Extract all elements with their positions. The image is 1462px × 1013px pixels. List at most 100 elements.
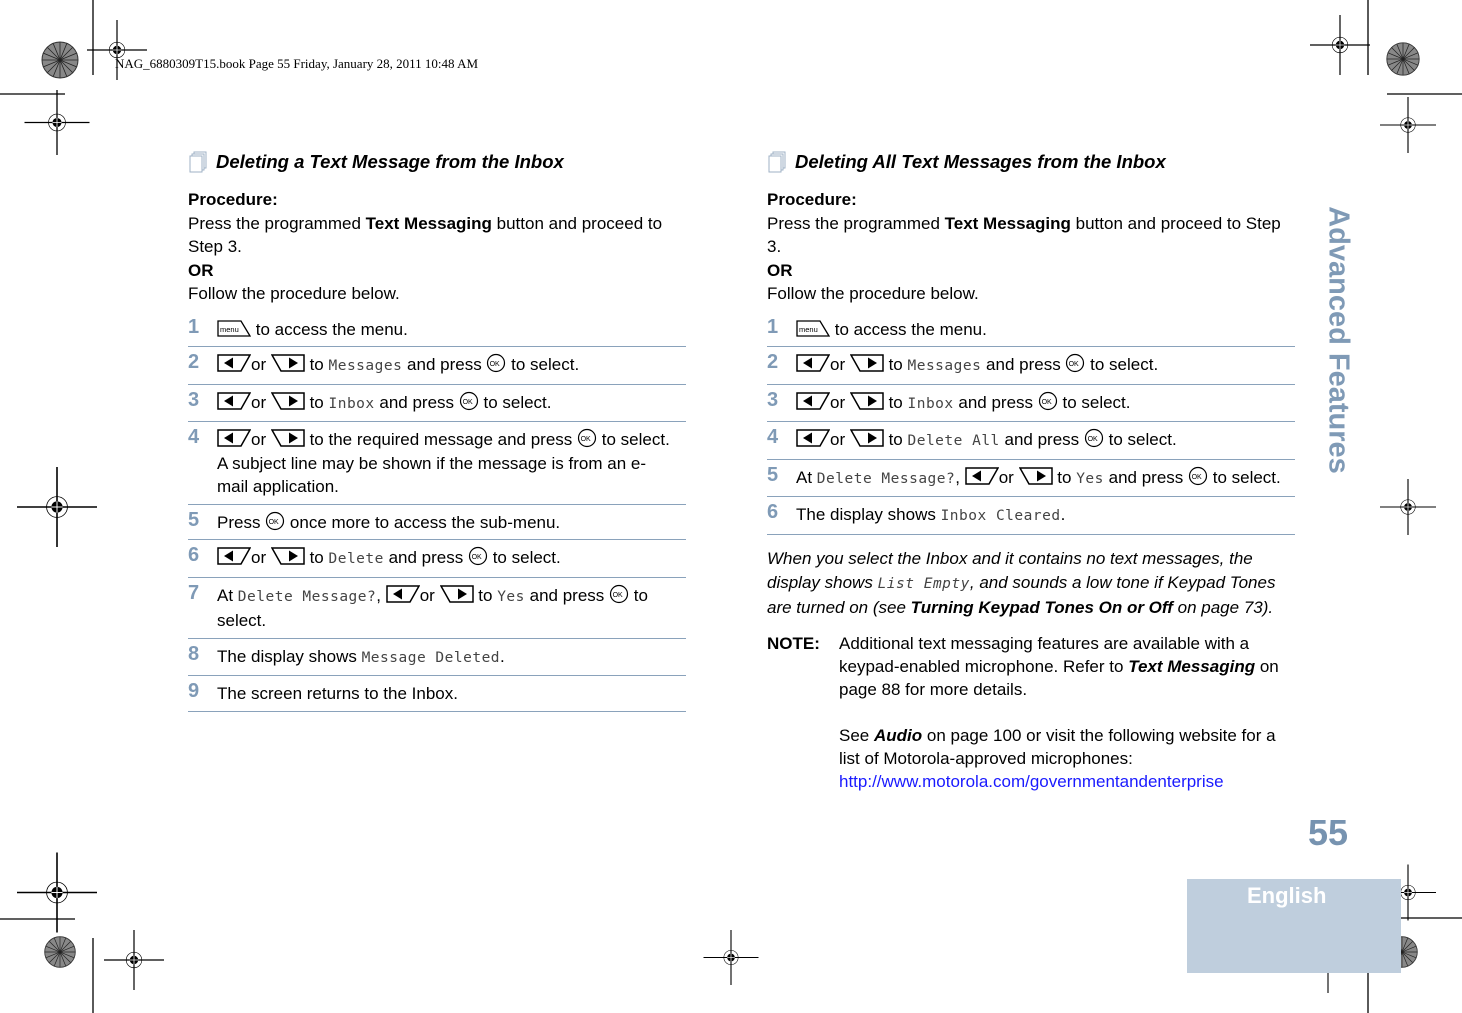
color-bar-mark (1386, 42, 1420, 76)
crosshair-mark (17, 466, 97, 548)
step-text: and press (953, 392, 1038, 412)
right-arrow-key-icon (850, 391, 884, 411)
menu-key-icon (217, 318, 251, 338)
step-item: 5 At Delete Message?, or to Yes and pres… (767, 460, 1295, 497)
step-text: At (217, 585, 238, 605)
document-stack-icon (767, 151, 789, 173)
procedure-label: Procedure: (767, 190, 857, 209)
intro-pre: Press the programmed (188, 213, 366, 233)
right-arrow-key-icon (1019, 466, 1053, 486)
or-label: OR (767, 260, 793, 280)
cross-reference: Text Messaging (1128, 656, 1256, 676)
step-text: to select. (597, 430, 670, 449)
follow-text: Follow the procedure below. (188, 284, 400, 303)
right-section: Deleting All Text Messages from the Inbo… (767, 148, 1295, 793)
step-text: and press (981, 355, 1066, 374)
note-text: on page 73). (1172, 597, 1274, 617)
display-text: Messages (907, 358, 982, 374)
step-number: 5 (767, 463, 779, 486)
step-text: to select. (478, 392, 552, 412)
step-text: to (1052, 467, 1077, 487)
step-text: The screen returns to the Inbox. (217, 684, 458, 703)
follow-text: Follow the procedure below. (767, 284, 979, 303)
step-number: 6 (767, 501, 779, 523)
cross-reference: Turning Keypad Tones On or Off (910, 597, 1173, 617)
left-arrow-key-icon (796, 391, 830, 411)
step-list: 1 to access the menu. 2 or to Messages a… (188, 312, 686, 712)
note-text: See (839, 725, 874, 745)
intro-pre: Press the programmed (767, 213, 945, 233)
step-text: to (473, 585, 498, 605)
step-item: 4 or to Delete All and press to select. (767, 422, 1295, 460)
empty-inbox-note: When you select the Inbox and it contain… (767, 547, 1295, 620)
or-text: or (251, 548, 267, 567)
step-text: At (796, 467, 817, 487)
right-arrow-key-icon (271, 428, 305, 448)
or-text: or (419, 585, 435, 605)
step-text: to select. (1057, 392, 1131, 412)
or-label: OR (188, 260, 214, 280)
document-stack-icon (188, 151, 210, 173)
step-number: 1 (767, 315, 779, 338)
step-text: and press (1103, 467, 1188, 487)
left-arrow-key-icon (217, 353, 251, 373)
section-title-text: Deleting a Text Message from the Inbox (216, 151, 564, 172)
step-text: and press (383, 548, 468, 567)
crosshair-mark (23, 90, 91, 155)
display-text: Messages (328, 358, 403, 374)
language-tab: English (1187, 879, 1401, 973)
ok-button-icon (265, 511, 285, 531)
step-text: to select. (1085, 355, 1159, 374)
section-title-text: Deleting All Text Messages from the Inbo… (795, 151, 1166, 172)
display-text: Inbox (907, 395, 954, 412)
left-arrow-key-icon (217, 391, 251, 411)
step-text: and press (374, 392, 459, 412)
step-number: 1 (188, 315, 200, 338)
step-text: once more to access the sub-menu. (285, 512, 561, 532)
display-text: Inbox (328, 395, 375, 412)
step-number: 2 (767, 351, 779, 373)
or-text: or (251, 430, 267, 449)
step-list: 1 to access the menu. 2 or to Messages a… (767, 312, 1295, 535)
chapter-label: Advanced Features (1322, 206, 1355, 474)
language-label: English (1247, 883, 1327, 908)
chapter-side-tab: Advanced Features (1318, 205, 1358, 475)
display-text: Delete (328, 551, 384, 567)
ok-button-icon (577, 428, 597, 448)
text-messaging-button-ref: Text Messaging (944, 213, 1071, 233)
left-arrow-key-icon (217, 428, 251, 448)
step-number: 2 (188, 351, 200, 373)
ok-button-icon (468, 546, 488, 566)
display-text: Delete All (907, 433, 1000, 449)
step-item: 4 or to the required message and press t… (188, 422, 686, 505)
right-arrow-key-icon (271, 546, 305, 566)
step-text: Press (217, 512, 266, 532)
motorola-website-link[interactable]: http://www.motorola.com/governmentandent… (839, 772, 1224, 791)
ok-button-icon (1188, 466, 1208, 486)
step-number: 8 (188, 642, 200, 665)
ok-button-icon (459, 391, 479, 411)
note-block: NOTE: Additional text messaging features… (767, 632, 1295, 793)
display-text: Yes (1076, 470, 1104, 487)
step-number: 7 (188, 581, 200, 604)
step-text: to (304, 355, 329, 374)
step-text: and press (402, 355, 487, 374)
step-item: 1 to access the menu. (767, 312, 1295, 347)
procedure-label: Procedure: (188, 190, 278, 209)
ok-button-icon (486, 353, 506, 373)
step-text: to select. (1103, 430, 1177, 449)
left-arrow-key-icon (386, 584, 420, 604)
step-text: , (376, 585, 386, 605)
display-text: Inbox Cleared (940, 508, 1061, 524)
left-arrow-key-icon (965, 466, 999, 486)
step-number: 6 (188, 544, 200, 566)
step-text: to (304, 548, 329, 567)
display-text: Delete Message? (237, 588, 377, 605)
or-text: or (830, 392, 846, 412)
step-text: The display shows (217, 646, 362, 666)
crosshair-mark (1380, 96, 1436, 154)
color-bar-mark (41, 41, 79, 79)
step-item: 6 or to Delete and press to select. (188, 540, 686, 578)
step-item: 1 to access the menu. (188, 312, 686, 347)
right-arrow-key-icon (271, 353, 305, 373)
